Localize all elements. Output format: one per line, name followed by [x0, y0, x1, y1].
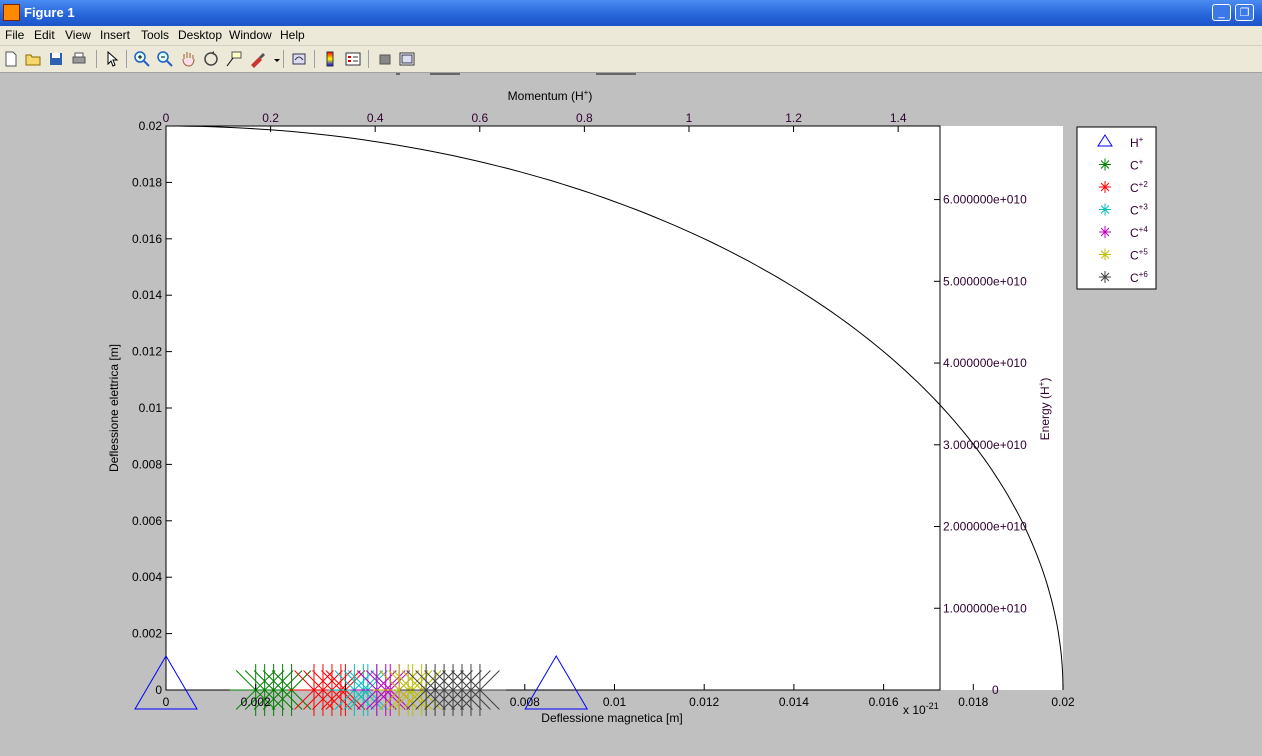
save-icon[interactable] — [47, 50, 65, 68]
right-tick-label: 5.000000e+010 — [943, 274, 1027, 288]
y-tick-label: 0.006 — [132, 514, 162, 528]
y-tick-label: 0.008 — [132, 457, 162, 471]
rotate-3d-icon[interactable] — [202, 50, 220, 68]
x-tick-label: 0.008 — [510, 695, 540, 709]
toolbar-separator — [314, 50, 315, 68]
link-plot-icon[interactable] — [290, 50, 308, 68]
x-tick-label: 0.018 — [958, 695, 988, 709]
menu-edit[interactable]: Edit — [34, 28, 55, 42]
figure-toolbar — [0, 46, 1262, 73]
x-tick-label: 0 — [163, 695, 170, 709]
menu-tools[interactable]: Tools — [141, 28, 169, 42]
zoom-out-icon[interactable] — [156, 50, 174, 68]
c6-star-marker-6 — [453, 664, 506, 716]
legend[interactable]: H+C+C+2C+3C+4C+5C+6 — [1076, 126, 1157, 290]
menu-view[interactable]: View — [65, 28, 91, 42]
y-tick-label: 0.016 — [132, 232, 162, 246]
y-axis-label: Deflessione elettrica [m] — [107, 344, 121, 472]
right-tick-label: 1.000000e+010 — [943, 601, 1027, 615]
brush-icon[interactable] — [248, 50, 266, 68]
zoom-in-icon[interactable] — [133, 50, 151, 68]
open-file-icon[interactable] — [24, 50, 42, 68]
hide-plot-tools-icon[interactable] — [376, 50, 394, 68]
y-tick-label: 0.018 — [132, 175, 162, 189]
new-figure-icon[interactable] — [2, 50, 20, 68]
y-tick-label: 0.012 — [132, 345, 162, 359]
legend-icon[interactable] — [344, 50, 362, 68]
top-tick-label: 0.2 — [262, 111, 279, 125]
top-tick-label: 0 — [163, 111, 170, 125]
brush-dropdown-icon[interactable] — [268, 50, 280, 68]
y-tick-label: 0.014 — [132, 288, 162, 302]
x-tick-label: 0.016 — [869, 695, 899, 709]
y-tick-label: 0.004 — [132, 570, 162, 584]
minimize-button[interactable]: _ — [1212, 4, 1231, 21]
y-tick-label: 0 — [155, 683, 162, 697]
figure-svg: 0 0.002 0.008 0.01 0.012 0.014 0.016 0.018 0.02 … — [107, 73, 1157, 725]
pan-hand-icon[interactable] — [179, 50, 197, 68]
x-tick-label: 0.01 — [603, 695, 627, 709]
top-tick-label: 1.4 — [890, 111, 907, 125]
matlab-logo-icon — [3, 4, 20, 21]
right-tick-label: 2.000000e+010 — [943, 520, 1027, 534]
data-cursor-icon[interactable] — [225, 50, 243, 68]
menu-bar: File Edit View Insert Tools Desktop Wind… — [0, 26, 1262, 46]
x-tick-label: 0.012 — [689, 695, 719, 709]
x-tick-label: 0.014 — [779, 695, 809, 709]
right-axis-label: Energy (H+) — [1037, 378, 1052, 441]
top-tick-label: 0.6 — [471, 111, 488, 125]
main-axes-area[interactable] — [166, 126, 1063, 690]
x-tick-label: 0.02 — [1051, 695, 1075, 709]
right-tick-label: 3.000000e+010 — [943, 438, 1027, 452]
colorbar-icon[interactable] — [321, 50, 339, 68]
x-tick-label: 0.002 — [241, 695, 271, 709]
toolbar-separator — [283, 50, 284, 68]
y-tick-label: 0.02 — [139, 119, 163, 133]
toolbar-separator — [126, 50, 127, 68]
restore-button[interactable]: ❐ — [1235, 4, 1254, 21]
toolbar-separator — [368, 50, 369, 68]
print-icon[interactable] — [70, 50, 88, 68]
right-tick-label: 4.000000e+010 — [943, 356, 1027, 370]
top-axis-exponent: x 10-21 — [903, 701, 939, 717]
title-bar: Figure 1 _ ❐ — [0, 0, 1262, 26]
y-tick-label: 0.01 — [139, 401, 163, 415]
top-tick-label: 0.8 — [576, 111, 593, 125]
toolbar-separator — [96, 50, 97, 68]
y-tick-label: 0.002 — [132, 627, 162, 641]
menu-help[interactable]: Help — [280, 28, 305, 42]
top-tick-label: 1.2 — [785, 111, 802, 125]
top-tick-label: 0.4 — [367, 111, 384, 125]
menu-insert[interactable]: Insert — [100, 28, 130, 42]
menu-desktop[interactable]: Desktop — [178, 28, 222, 42]
clipped-title-fragment — [396, 73, 636, 75]
menu-file[interactable]: File — [5, 28, 24, 42]
pointer-icon[interactable] — [103, 50, 121, 68]
figure-canvas: 0 0.002 0.008 0.01 0.012 0.014 0.016 0.018 0.02 … — [0, 73, 1262, 753]
top-tick-label: 1 — [686, 111, 693, 125]
x-axis-label: Deflessione magnetica [m] — [541, 711, 682, 725]
window-title: Figure 1 — [24, 5, 75, 20]
menu-window[interactable]: Window — [229, 28, 272, 42]
show-plot-tools-icon[interactable] — [398, 50, 416, 68]
right-tick-label: 6.000000e+010 — [943, 193, 1027, 207]
right-tick-label: 0 — [992, 683, 999, 697]
top-axis-label: Momentum (H+) — [508, 88, 593, 103]
